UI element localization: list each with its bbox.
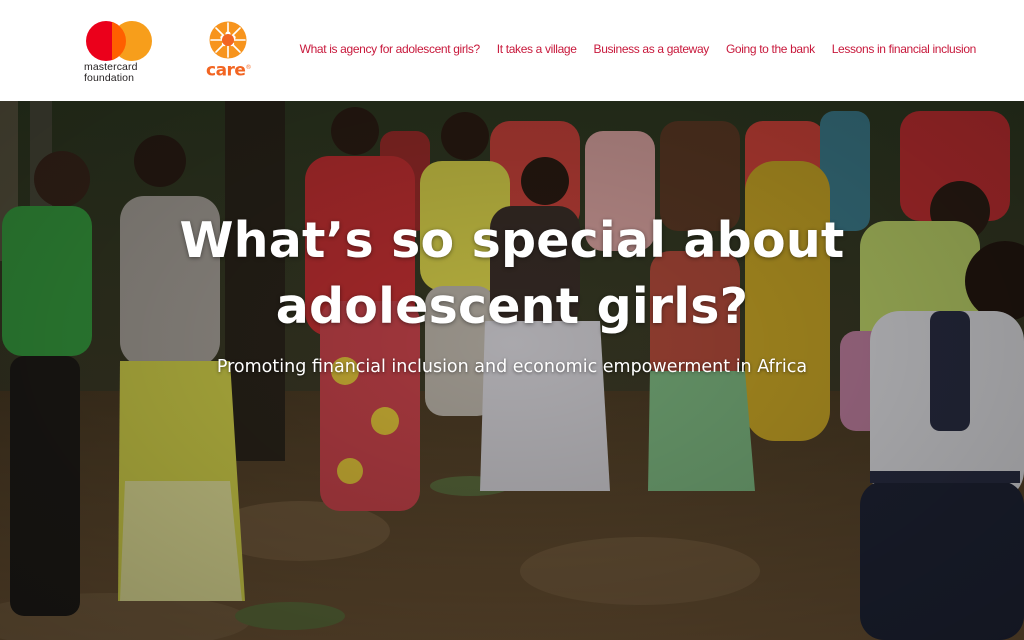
hero-subtitle: Promoting financial inclusion and econom… [216,357,808,377]
care-logo-text: care [206,60,246,81]
mastercard-logo-text: mastercard foundation [84,62,156,84]
nav-link-village[interactable]: It takes a village [497,42,577,56]
hero-title: What’s so special about adolescent girls… [0,208,1024,340]
nav-link-bank[interactable]: Going to the bank [726,42,815,56]
site-header: mastercard foundation care® What is agen… [0,0,1024,101]
nav-link-lessons[interactable]: Lessons in financial inclusion [832,42,977,56]
hero-section: What’s so special about adolescent girls… [0,101,1024,640]
hero-title-line2: adolescent girls? [275,278,749,335]
care-logo-wordmark: care® [206,59,258,80]
nav-link-agency[interactable]: What is agency for adolescent girls? [300,42,481,56]
care-sun-icon [209,21,247,59]
main-nav: What is agency for adolescent girls? It … [300,42,977,56]
care-logo[interactable]: care® [206,20,258,80]
care-registered-mark: ® [245,64,251,71]
page: mastercard foundation care® What is agen… [0,0,1024,640]
mastercard-logo-line2: foundation [84,72,135,84]
mastercard-circles-icon [86,20,154,61]
hero-title-line1: What’s so special about [179,212,845,269]
nav-link-business[interactable]: Business as a gateway [594,42,710,56]
mastercard-foundation-logo[interactable]: mastercard foundation [84,20,156,88]
